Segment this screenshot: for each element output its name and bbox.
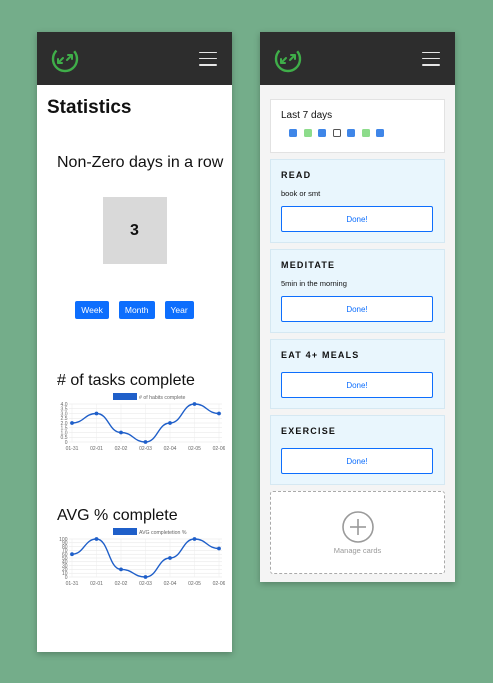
refresh-cycle-icon[interactable]	[272, 43, 304, 75]
data-point	[94, 411, 99, 416]
tasks-complete-chart: # of habits complete4.03.53.02.52.01.51.…	[61, 393, 225, 452]
page-title: Statistics	[47, 97, 132, 118]
x-tick-label: 02-01	[90, 581, 103, 587]
tasks-complete-title: # of tasks complete	[57, 372, 195, 389]
data-point	[217, 411, 221, 416]
refresh-cycle-icon[interactable]	[49, 43, 81, 75]
nonzero-days-title: Non-Zero days in a row	[57, 154, 224, 171]
y-tick-label: 0	[65, 440, 68, 446]
data-point	[192, 402, 197, 406]
task-name: MEDITATE	[281, 260, 336, 270]
day-indicator-5	[347, 129, 355, 137]
day-indicator-4	[332, 129, 341, 137]
data-point	[119, 430, 123, 435]
manage-cards-button[interactable]: Manage cards	[270, 491, 445, 574]
task-card-read: READ book or smt Done!	[270, 159, 445, 243]
y-tick-label: 0	[65, 575, 68, 581]
nonzero-days-value: 3	[130, 221, 139, 239]
x-tick-label: 01-31	[66, 581, 79, 587]
day-indicator-3	[318, 129, 326, 137]
week-button[interactable]: Week	[75, 301, 109, 319]
done-button-read[interactable]: Done!	[281, 206, 433, 232]
x-tick-label: 02-04	[164, 581, 177, 587]
x-tick-label: 02-02	[115, 581, 128, 587]
day-indicators	[281, 129, 434, 137]
x-tick-label: 02-06	[213, 446, 225, 452]
task-name: EAT 4+ MEALS	[281, 350, 360, 360]
data-point	[217, 546, 221, 551]
data-point	[94, 537, 99, 541]
task-name: EXERCISE	[281, 426, 337, 436]
nonzero-days-counter: 3	[102, 197, 167, 264]
legend-swatch	[113, 528, 137, 535]
legend-label: # of habits complete	[139, 395, 186, 401]
top-bar	[260, 32, 455, 85]
data-point	[119, 567, 123, 572]
x-tick-label: 02-05	[188, 446, 201, 452]
top-bar	[37, 32, 232, 85]
last-7-days-title: Last 7 days	[281, 110, 333, 121]
x-tick-label: 02-03	[139, 581, 152, 587]
day-indicator-7	[376, 129, 384, 137]
hamburger-menu-icon[interactable]	[199, 51, 217, 66]
day-indicator-2	[303, 129, 312, 137]
x-tick-label: 02-04	[164, 446, 177, 452]
avg-complete-chart: AVG completetion %1009080706050403020100…	[59, 528, 225, 587]
last-7-days-card: Last 7 days	[270, 99, 445, 153]
done-button-exercise[interactable]: Done!	[281, 448, 433, 474]
done-button-meditate[interactable]: Done!	[281, 296, 433, 322]
data-point	[70, 552, 74, 557]
range-selector: Week Month Year	[37, 301, 232, 319]
done-button-eat-meals[interactable]: Done!	[281, 372, 433, 398]
cards-screen: Last 7 days READ book or smt Done! MEDIT…	[260, 32, 455, 582]
plus-circle-icon	[341, 511, 374, 543]
x-tick-label: 02-05	[188, 581, 201, 587]
legend-label: AVG completetion %	[139, 530, 187, 536]
task-card-eat-meals: EAT 4+ MEALS Done!	[270, 339, 445, 409]
data-point	[192, 537, 197, 541]
statistics-screen: Statistics Non-Zero days in a row 3 Week…	[37, 32, 232, 652]
legend-swatch	[113, 393, 137, 400]
task-card-meditate: MEDITATE 5min in the morning Done!	[270, 249, 445, 333]
data-point	[143, 575, 148, 579]
data-point	[168, 421, 172, 425]
avg-complete-title: AVG % complete	[57, 507, 178, 524]
x-tick-label: 02-01	[90, 446, 103, 452]
task-description: 5min in the morning	[281, 279, 347, 288]
x-tick-label: 02-06	[213, 581, 225, 587]
hamburger-menu-icon[interactable]	[422, 51, 440, 66]
year-button[interactable]: Year	[164, 301, 194, 319]
x-tick-label: 02-03	[139, 446, 152, 452]
day-indicator-1	[289, 129, 297, 137]
task-name: READ	[281, 170, 312, 180]
data-point	[70, 421, 74, 425]
data-point	[143, 440, 148, 444]
day-indicator-6	[361, 129, 370, 137]
manage-cards-label: Manage cards	[333, 546, 382, 555]
x-tick-label: 02-02	[115, 446, 128, 452]
month-button[interactable]: Month	[118, 301, 155, 319]
task-description: book or smt	[281, 189, 321, 198]
x-tick-label: 01-31	[66, 446, 79, 452]
task-card-exercise: EXERCISE Done!	[270, 415, 445, 485]
data-point	[168, 556, 172, 560]
